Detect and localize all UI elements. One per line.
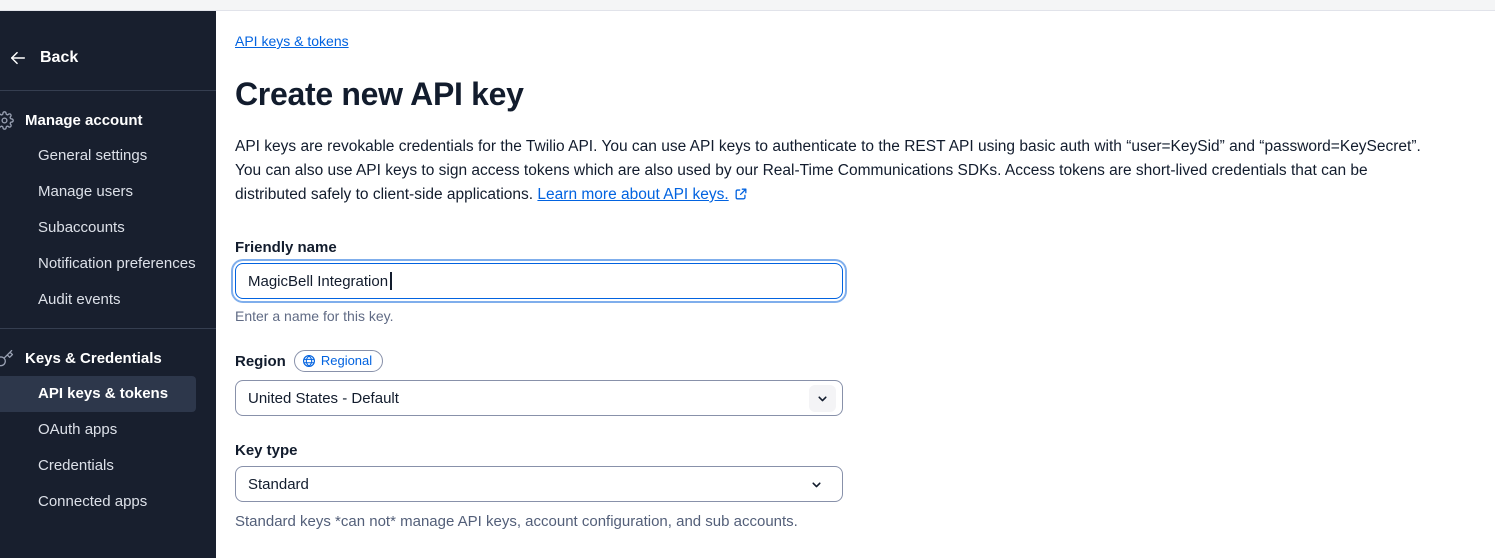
region-select[interactable]: United States - Default [235,380,843,416]
key-type-select[interactable]: Standard [235,466,843,502]
regional-badge-label: Regional [320,353,373,368]
sidebar-section-header-keys-credentials[interactable]: Keys & Credentials [0,345,216,376]
page-title: Create new API key [235,76,524,112]
sidebar-section-manage-account: Manage account General settings Manage u… [0,91,216,328]
back-label: Back [40,49,79,66]
back-arrow-icon [9,49,27,67]
top-edge-bar [0,0,1495,11]
sidebar-nav: Manage account General settings Manage u… [0,91,216,530]
external-link-icon[interactable] [734,185,748,209]
sidebar: Back Manage account General settings Man… [0,11,216,558]
key-type-label: Key type [235,442,298,459]
learn-more-link[interactable]: Learn more about API keys. [537,186,728,203]
sidebar-section-keys-credentials: Keys & Credentials API keys & tokens OAu… [0,329,216,530]
regional-badge: Regional [293,350,384,372]
back-button[interactable]: Back [0,11,216,90]
main-content: API keys & tokens Create new API key API… [216,11,1495,558]
sidebar-item-credentials[interactable]: Credentials [0,448,216,484]
sidebar-item-notification-preferences[interactable]: Notification preferences [0,246,216,282]
sidebar-item-audit-events[interactable]: Audit events [0,282,216,318]
sidebar-item-api-keys-tokens[interactable]: API keys & tokens [0,376,196,412]
key-type-select-value: Standard [248,475,309,493]
chevron-down-icon [803,471,830,498]
region-select-value: United States - Default [248,389,399,407]
sidebar-item-general-settings[interactable]: General settings [0,138,216,174]
section-label: Keys & Credentials [25,350,162,367]
key-icon [0,349,14,368]
region-label: Region [235,352,286,370]
chevron-down-icon[interactable] [809,384,836,412]
sidebar-item-subaccounts[interactable]: Subaccounts [0,210,216,246]
description-text: API keys are revokable credentials for t… [235,138,1421,203]
gear-icon [0,111,14,130]
sidebar-item-oauth-apps[interactable]: OAuth apps [0,412,216,448]
key-type-field-group: Key type Standard Standard keys *can not… [235,442,843,530]
globe-icon [302,354,316,368]
key-type-help: Standard keys *can not* manage API keys,… [235,513,798,530]
friendly-name-help: Enter a name for this key. [235,308,394,324]
friendly-name-label: Friendly name [235,239,337,256]
breadcrumb-link[interactable]: API keys & tokens [235,33,349,49]
text-cursor [390,272,392,290]
friendly-name-field-group: Friendly name Enter a name for this key. [235,239,843,324]
friendly-name-input[interactable] [235,263,843,299]
page-description: API keys are revokable credentials for t… [235,135,1435,209]
sidebar-item-manage-users[interactable]: Manage users [0,174,216,210]
app-layout: Back Manage account General settings Man… [0,11,1495,558]
sidebar-section-header-manage-account[interactable]: Manage account [0,107,216,138]
sidebar-item-connected-apps[interactable]: Connected apps [0,484,216,520]
friendly-name-input-wrap [235,263,843,299]
region-field-group: Region Regional United States - Default [235,350,843,416]
region-label-row: Region Regional [235,350,843,372]
section-label: Manage account [25,112,143,129]
